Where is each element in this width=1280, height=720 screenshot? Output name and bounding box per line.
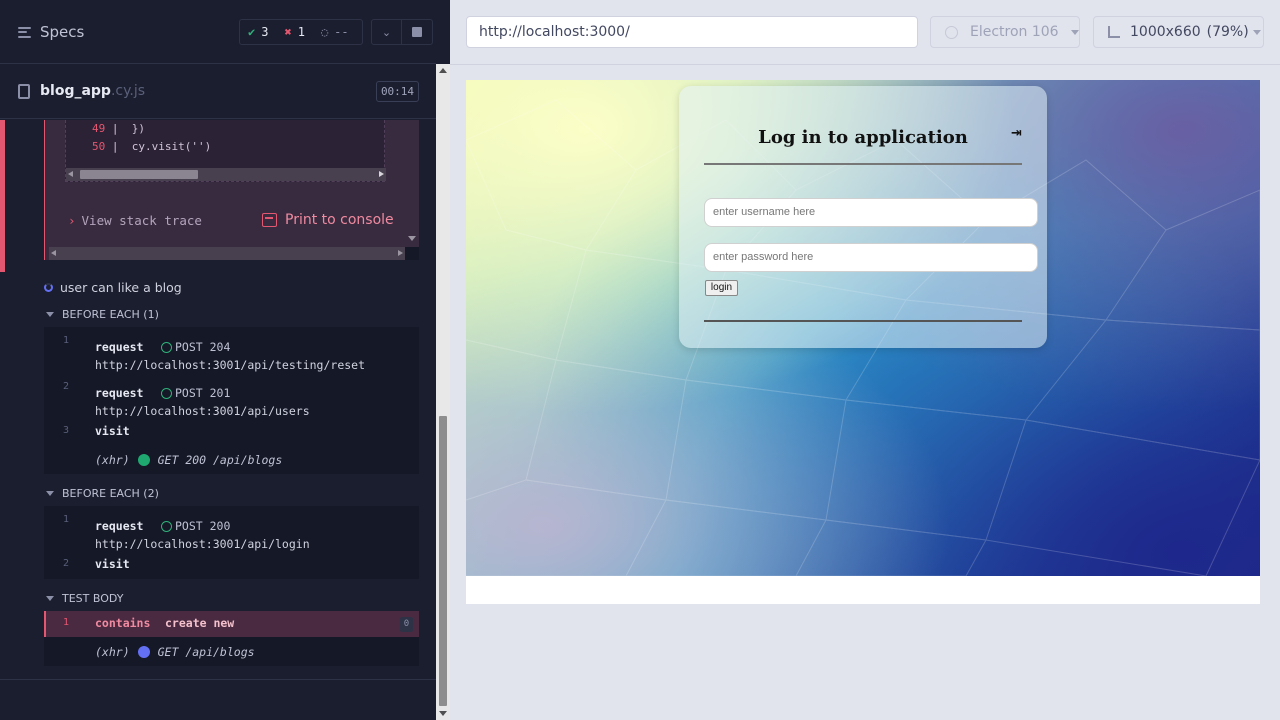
passed-count: ✔ 3 — [248, 25, 269, 39]
pending-count: ◌ -- — [320, 25, 349, 39]
divider — [704, 163, 1022, 165]
status-ring-icon — [161, 387, 172, 399]
scroll-right-icon — [398, 250, 403, 256]
spec-file-header: blog_app.cy.js 00:14 — [0, 65, 436, 119]
hook-header[interactable]: BEFORE EACH (2) — [46, 487, 159, 500]
reporter-panel: Specs ✔ 3 ✖ 1 ◌ -- ⌄ blog_app.cy.js 00:14 4… — [0, 0, 436, 720]
command-row[interactable]: 1 request POST 200 http://localhost:3001… — [44, 512, 419, 552]
code-line: 49 | }) — [92, 122, 145, 135]
chevron-down-icon — [1070, 29, 1079, 35]
stop-button[interactable] — [402, 20, 432, 44]
specs-toggle[interactable]: Specs — [18, 23, 84, 41]
scroll-down-icon — [439, 711, 447, 716]
electron-icon — [945, 25, 958, 39]
reporter-scroll-thumb[interactable] — [439, 416, 447, 706]
hook-commands: 1 request POST 200 http://localhost:3001… — [44, 506, 419, 579]
file-icon — [18, 84, 30, 99]
status-dot-icon — [137, 454, 150, 466]
chevron-right-icon: › — [68, 213, 76, 228]
scrollbar-gap — [436, 0, 450, 64]
caret-down-icon — [46, 491, 54, 496]
scroll-up-icon — [439, 68, 447, 73]
login-button[interactable]: login — [705, 280, 738, 296]
error-code-frame: 49 | }) 50 | cy.visit('') › View stack tr… — [44, 120, 419, 260]
element-count-badge: 0 — [400, 617, 413, 632]
login-card: Log in to application ⇥ enter username h… — [679, 86, 1047, 348]
stop-icon — [412, 27, 422, 37]
running-spinner-icon — [44, 283, 53, 292]
code-frame-lines: 49 | }) 50 | cy.visit('') — [65, 120, 386, 182]
hook-commands: 1 request POST 204 http://localhost:3001… — [44, 327, 419, 474]
spinner-icon: ◌ — [320, 25, 329, 39]
status-ring-icon — [161, 341, 172, 353]
scroll-left-icon — [51, 250, 56, 256]
url-bar[interactable]: http://localhost:3000/ — [466, 16, 918, 48]
failed-test-indicator — [0, 120, 5, 272]
reporter-header: Specs ✔ 3 ✖ 1 ◌ -- ⌄ — [0, 0, 436, 64]
failed-count: ✖ 1 — [284, 25, 305, 39]
password-input[interactable]: enter password here — [704, 243, 1038, 272]
menu-icon — [18, 26, 31, 38]
ruler-icon — [1108, 26, 1120, 38]
browser-selector[interactable]: Electron 106 — [930, 16, 1080, 48]
hook-header[interactable]: TEST BODY — [46, 592, 123, 605]
scroll-corner — [405, 247, 419, 260]
username-input[interactable]: enter username here — [704, 198, 1038, 227]
spec-duration: 00:14 — [376, 81, 419, 102]
scroll-down-icon — [408, 236, 416, 241]
chevron-down-icon: ⌄ — [381, 25, 392, 39]
xhr-row[interactable]: (xhr) GET 200 /api/blogs — [44, 453, 419, 471]
reporter-scrollbar[interactable] — [436, 64, 450, 720]
view-stack-trace-link[interactable]: › View stack trace — [68, 213, 202, 228]
specs-label: Specs — [40, 23, 85, 41]
scroll-left-icon — [68, 171, 73, 177]
hook-commands: (xhr) GET /api/blogs — [44, 637, 419, 666]
request-status: POST 201 — [161, 386, 230, 400]
run-controls: ⌄ — [371, 19, 433, 45]
code-scrollbar[interactable] — [66, 168, 386, 181]
print-to-console-button[interactable]: Print to console — [262, 212, 394, 228]
sign-in-icon[interactable]: ⇥ — [1011, 126, 1022, 141]
divider — [450, 64, 1280, 65]
status-ring-icon — [161, 520, 172, 532]
command-row[interactable]: 3 visit — [44, 423, 419, 445]
chevron-down-icon — [1252, 29, 1261, 35]
scroll-right-icon — [379, 171, 384, 177]
caret-down-icon — [46, 312, 54, 317]
app-under-test-panel: http://localhost:3000/ Electron 106 1000… — [450, 0, 1280, 720]
command-row[interactable]: 1 request POST 204 http://localhost:3001… — [44, 333, 419, 373]
xhr-row[interactable]: (xhr) GET /api/blogs — [44, 645, 419, 663]
aut-iframe: Log in to application ⇥ enter username h… — [466, 80, 1260, 604]
error-scrollbar[interactable] — [49, 247, 405, 260]
hook-header[interactable]: BEFORE EACH (1) — [46, 308, 159, 321]
divider — [704, 320, 1022, 322]
request-status: POST 204 — [161, 340, 230, 354]
cross-icon: ✖ — [284, 25, 292, 39]
status-dot-icon — [137, 646, 150, 658]
command-row[interactable]: 2 visit — [44, 556, 419, 578]
code-line: 50 | cy.visit('') — [92, 140, 212, 153]
test-title[interactable]: user can like a blog — [44, 280, 182, 295]
check-icon: ✔ — [248, 25, 256, 39]
viewport-selector[interactable]: 1000x660 (79%) — [1093, 16, 1264, 48]
chevron-down-button[interactable]: ⌄ — [372, 20, 403, 44]
active-command-row[interactable]: 1 contains create new 0 — [44, 611, 419, 637]
code-scroll-thumb[interactable] — [80, 170, 198, 179]
console-icon — [262, 213, 277, 227]
request-status: POST 200 — [161, 519, 230, 533]
test-stats: ✔ 3 ✖ 1 ◌ -- — [239, 19, 363, 45]
command-row[interactable]: 2 request POST 201 http://localhost:3001… — [44, 379, 419, 419]
spec-file-name: blog_app.cy.js — [40, 83, 146, 99]
caret-down-icon — [46, 596, 54, 601]
divider — [0, 679, 436, 680]
login-title: Log in to application — [758, 127, 968, 148]
